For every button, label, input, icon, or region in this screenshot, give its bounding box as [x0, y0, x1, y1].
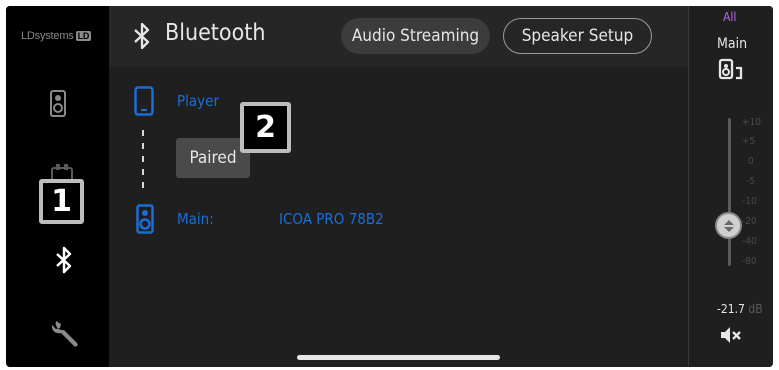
sidebar: LDsystems LD 1	[6, 6, 109, 367]
volume-fader-knob[interactable]	[715, 212, 742, 239]
volume-panel: All Main +10 +5 0 -5 -10 -20 -40 -80 -21…	[688, 6, 773, 367]
device-name[interactable]: ICOA PRO 78B2	[279, 210, 384, 228]
connector-dash	[142, 156, 144, 162]
main-label: Main:	[177, 210, 214, 228]
main-panel: Bluetooth Audio Streaming Speaker Setup …	[109, 6, 688, 367]
brand-logo: LDsystems LD	[21, 30, 92, 42]
bluetooth-icon	[56, 246, 72, 274]
paired-status-button[interactable]: Paired	[176, 138, 250, 178]
volume-readout: -21.7 dB	[717, 302, 763, 316]
connector-dash	[142, 169, 144, 175]
player-label: Player	[177, 92, 219, 110]
up-down-arrows-icon	[723, 219, 734, 232]
connector-dash	[142, 143, 144, 149]
page-title: Bluetooth	[165, 20, 266, 46]
sidebar-item-speaker[interactable]	[50, 90, 66, 121]
fader-tick: -20	[742, 216, 757, 227]
speaker-icon	[50, 90, 66, 117]
fader-tick: -5	[746, 176, 755, 187]
speaker-icon	[136, 204, 154, 234]
sidebar-item-settings[interactable]	[51, 318, 81, 352]
tab-speaker-setup[interactable]: Speaker Setup	[503, 18, 652, 54]
home-indicator	[297, 355, 500, 360]
wrench-icon	[51, 321, 78, 347]
channel-label: Main	[717, 36, 748, 52]
app-window: LDsystems LD 1 Bluetooth Audio Streaming…	[6, 6, 773, 367]
mute-icon[interactable]	[720, 326, 742, 344]
fader-tick: +10	[742, 117, 761, 128]
connector-dash	[142, 182, 144, 188]
sidebar-item-bluetooth[interactable]	[54, 246, 74, 278]
volume-fader-track[interactable]	[728, 118, 731, 266]
fader-tick: -10	[742, 196, 757, 207]
speaker-pair-icon	[718, 58, 743, 80]
annotation-badge-1: 1	[39, 179, 84, 224]
connector-dash	[142, 130, 144, 136]
fader-tick: -80	[742, 256, 757, 267]
phone-icon	[134, 86, 154, 116]
header: Bluetooth Audio Streaming Speaker Setup	[109, 6, 688, 67]
fader-tick: -40	[742, 236, 757, 247]
group-label[interactable]: All	[723, 10, 736, 24]
fader-tick: 0	[748, 156, 754, 167]
annotation-badge-2: 2	[240, 102, 291, 153]
bluetooth-icon	[134, 23, 150, 49]
fader-tick: +5	[742, 136, 756, 147]
tab-audio-streaming[interactable]: Audio Streaming	[341, 18, 490, 54]
